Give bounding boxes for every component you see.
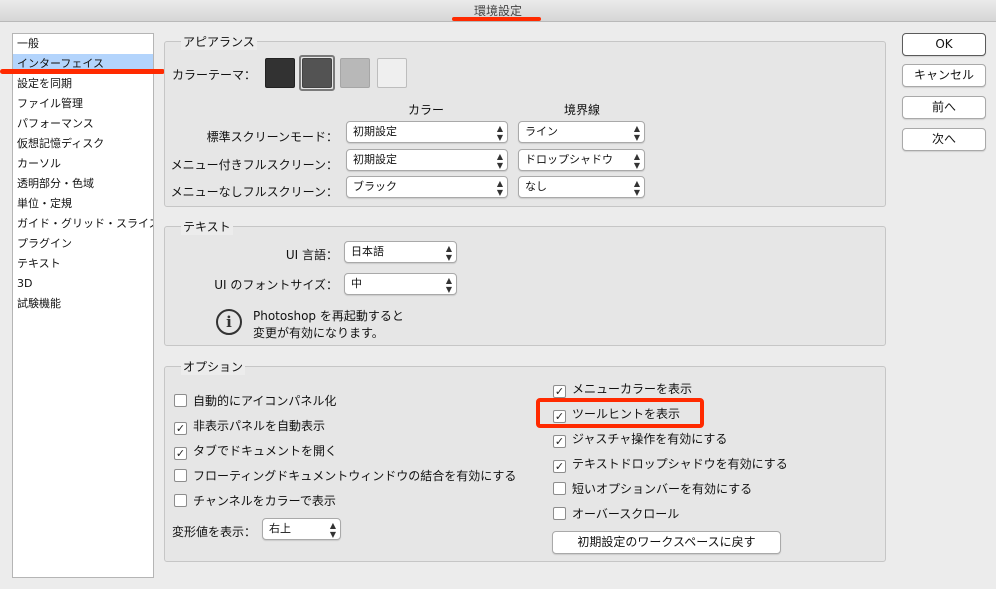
auto-show-checkbox[interactable]: ✓ xyxy=(174,422,187,435)
options-title: オプション xyxy=(181,359,246,375)
sidebar-item-sync-settings[interactable]: 設定を同期 xyxy=(13,74,153,94)
standard-screen-color-value: 初期設定 xyxy=(353,125,397,138)
info-icon: i xyxy=(216,309,242,335)
sidebar-item-type[interactable]: テキスト xyxy=(13,254,153,274)
sidebar-item-technology-previews[interactable]: 試験機能 xyxy=(13,294,153,314)
next-button[interactable]: 次へ xyxy=(902,128,986,151)
chevron-updown-icon: ▲ ▼ xyxy=(633,124,640,142)
fullscreen-color-value: ブラック xyxy=(353,180,397,193)
fullscreen-menu-border-select[interactable]: ドロップシャドウ ▲ ▼ xyxy=(518,149,645,171)
chevron-updown-icon: ▲ ▼ xyxy=(496,152,503,170)
chevron-updown-icon: ▲ ▼ xyxy=(445,244,452,262)
auto-show-hidden-panels-option[interactable]: ✓ 非表示パネルを自動表示 xyxy=(174,417,325,435)
transform-values-select[interactable]: 右上 ▲ ▼ xyxy=(262,518,341,540)
preferences-sidebar: 一般 インターフェイス 設定を同期 ファイル管理 パフォーマンス 仮想記憶ディス… xyxy=(12,33,154,578)
chevron-updown-icon: ▲ ▼ xyxy=(496,124,503,142)
narrow-options-bar-option[interactable]: 短いオプションバーを有効にする xyxy=(553,480,752,498)
sidebar-item-performance[interactable]: パフォーマンス xyxy=(13,114,153,134)
restart-notice-line1: Photoshop を再起動すると xyxy=(253,309,404,323)
sidebar-item-cursors[interactable]: カーソル xyxy=(13,154,153,174)
chevron-updown-icon: ▲ ▼ xyxy=(633,179,640,197)
open-documents-as-tabs-option[interactable]: ✓ タブでドキュメントを開く xyxy=(174,442,337,460)
sidebar-item-3d[interactable]: 3D xyxy=(13,274,153,294)
annotation-underline-interface xyxy=(0,69,165,74)
auto-collapse-iconic-panels-option[interactable]: 自動的にアイコンパネル化 xyxy=(174,392,336,410)
transform-values-value: 右上 xyxy=(269,522,291,535)
fullscreen-border-select[interactable]: なし ▲ ▼ xyxy=(518,176,645,198)
channels-in-color-option[interactable]: チャンネルをカラーで表示 xyxy=(174,492,336,510)
floating-docking-label: フローティングドキュメントウィンドウの結合を有効にする xyxy=(193,469,517,483)
menu-colors-checkbox[interactable]: ✓ xyxy=(553,385,566,398)
gestures-checkbox[interactable]: ✓ xyxy=(553,435,566,448)
text-group-title: テキスト xyxy=(181,219,233,235)
auto-collapse-label: 自動的にアイコンパネル化 xyxy=(193,394,337,408)
chevron-updown-icon: ▲ ▼ xyxy=(496,179,503,197)
color-theme-swatch-darkest[interactable] xyxy=(265,58,295,88)
narrow-options-bar-label: 短いオプションバーを有効にする xyxy=(572,482,753,496)
sidebar-item-units-rulers[interactable]: 単位・定規 xyxy=(13,194,153,214)
channels-color-label: チャンネルをカラーで表示 xyxy=(193,494,336,508)
fullscreen-border-value: なし xyxy=(525,180,547,193)
overscroll-checkbox[interactable] xyxy=(553,507,566,520)
prev-button[interactable]: 前へ xyxy=(902,96,986,119)
narrow-options-bar-checkbox[interactable] xyxy=(553,482,566,495)
column-header-border: 境界線 xyxy=(564,103,601,117)
fullscreen-menu-label: メニュー付きフルスクリーン： xyxy=(170,158,338,172)
menu-colors-label: メニューカラーを表示 xyxy=(572,382,693,396)
chevron-updown-icon: ▲ ▼ xyxy=(329,521,336,539)
fullscreen-color-select[interactable]: ブラック ▲ ▼ xyxy=(346,176,508,198)
text-drop-shadows-label: テキストドロップシャドウを有効にする xyxy=(572,457,788,471)
annotation-highlight-tooltips xyxy=(536,398,704,428)
sidebar-item-file-handling[interactable]: ファイル管理 xyxy=(13,94,153,114)
restart-notice-line2: 変更が有効になります。 xyxy=(253,326,384,340)
gestures-label: ジャスチャ操作を有効にする xyxy=(572,432,728,446)
ui-language-value: 日本語 xyxy=(351,245,384,258)
cancel-button[interactable]: キャンセル xyxy=(902,64,986,87)
color-theme-swatch-lightest[interactable] xyxy=(377,58,407,88)
appearance-title: アピアランス xyxy=(181,34,257,50)
text-drop-shadows-checkbox[interactable]: ✓ xyxy=(553,460,566,473)
column-header-color: カラー xyxy=(408,103,445,117)
sidebar-item-guides-grid-slices[interactable]: ガイド・グリッド・スライス xyxy=(13,214,153,234)
chevron-updown-icon: ▲ ▼ xyxy=(633,152,640,170)
sidebar-item-plugins[interactable]: プラグイン xyxy=(13,234,153,254)
color-theme-swatch-dark[interactable] xyxy=(302,58,332,88)
window-title: 環境設定 xyxy=(473,4,522,18)
channels-color-checkbox[interactable] xyxy=(174,494,187,507)
auto-collapse-checkbox[interactable] xyxy=(174,394,187,407)
show-menu-colors-option[interactable]: ✓ メニューカラーを表示 xyxy=(553,380,692,398)
annotation-underline-title xyxy=(452,17,541,21)
floating-window-docking-option[interactable]: フローティングドキュメントウィンドウの結合を有効にする xyxy=(174,467,516,485)
overscroll-option[interactable]: オーバースクロール xyxy=(553,505,679,523)
transform-values-label: 変形値を表示： xyxy=(172,525,257,539)
sidebar-item-general[interactable]: 一般 xyxy=(13,34,153,54)
color-theme-swatch-light[interactable] xyxy=(340,58,370,88)
floating-docking-checkbox[interactable] xyxy=(174,469,187,482)
text-drop-shadows-option[interactable]: ✓ テキストドロップシャドウを有効にする xyxy=(553,455,788,473)
sidebar-item-transparency-gamut[interactable]: 透明部分・色域 xyxy=(13,174,153,194)
ui-font-size-select[interactable]: 中 ▲ ▼ xyxy=(344,273,457,295)
restore-default-workspaces-button[interactable]: 初期設定のワークスペースに戻す xyxy=(552,531,781,554)
overscroll-label: オーバースクロール xyxy=(572,507,680,521)
sidebar-item-scratch-disks[interactable]: 仮想記憶ディスク xyxy=(13,134,153,154)
ui-font-size-value: 中 xyxy=(351,277,362,290)
open-as-tabs-label: タブでドキュメントを開く xyxy=(193,444,338,458)
standard-screen-border-value: ライン xyxy=(525,125,558,138)
ok-button[interactable]: OK xyxy=(902,33,986,56)
chevron-updown-icon: ▲ ▼ xyxy=(445,276,452,294)
auto-show-label: 非表示パネルを自動表示 xyxy=(193,419,326,433)
open-as-tabs-checkbox[interactable]: ✓ xyxy=(174,447,187,460)
standard-screen-mode-label: 標準スクリーンモード： xyxy=(206,130,338,144)
fullscreen-menu-color-value: 初期設定 xyxy=(353,153,397,166)
ui-font-size-label: UI のフォントサイズ： xyxy=(214,278,338,292)
standard-screen-border-select[interactable]: ライン ▲ ▼ xyxy=(518,121,645,143)
fullscreen-menu-color-select[interactable]: 初期設定 ▲ ▼ xyxy=(346,149,508,171)
color-theme-label: カラーテーマ： xyxy=(172,68,257,82)
ui-language-select[interactable]: 日本語 ▲ ▼ xyxy=(344,241,457,263)
enable-gestures-option[interactable]: ✓ ジャスチャ操作を有効にする xyxy=(553,430,727,448)
fullscreen-menu-border-value: ドロップシャドウ xyxy=(525,153,613,166)
ui-language-label: UI 言語： xyxy=(285,248,338,262)
standard-screen-color-select[interactable]: 初期設定 ▲ ▼ xyxy=(346,121,508,143)
fullscreen-label: メニューなしフルスクリーン： xyxy=(170,185,338,199)
